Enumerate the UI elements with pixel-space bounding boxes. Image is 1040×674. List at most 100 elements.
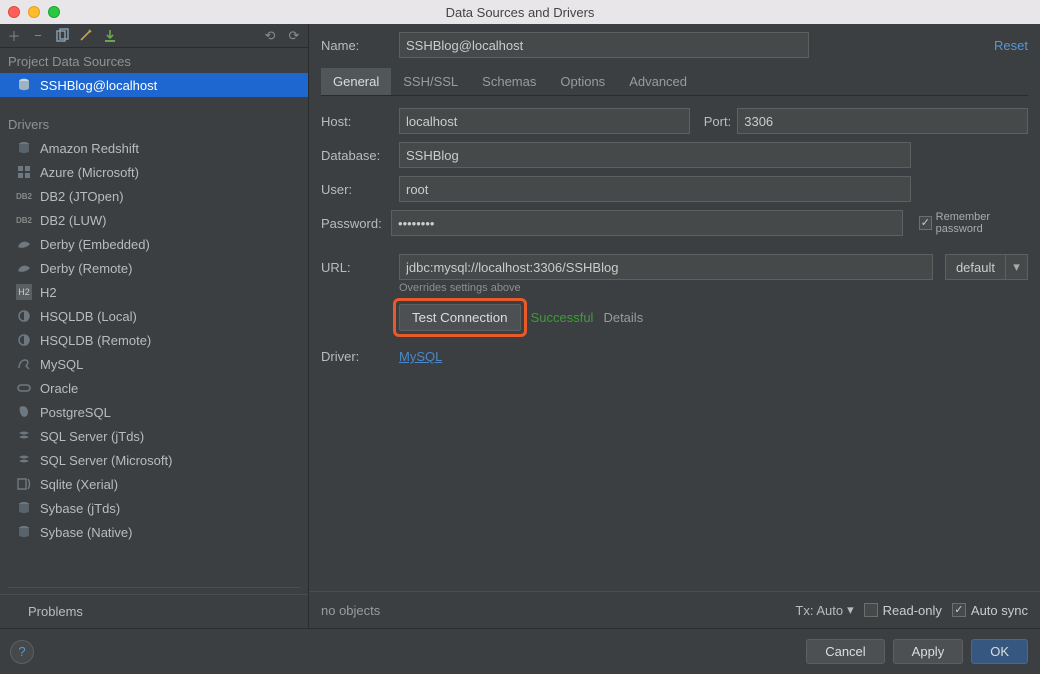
sqlite-icon xyxy=(16,476,32,492)
driver-label: Sybase (Native) xyxy=(40,525,132,540)
apply-button[interactable]: Apply xyxy=(893,639,964,664)
tx-label: Tx: Auto xyxy=(795,603,843,618)
checkbox-icon xyxy=(864,603,878,617)
driver-link[interactable]: MySQL xyxy=(399,349,442,364)
object-count: no objects xyxy=(321,603,380,618)
url-dropdown-label: default xyxy=(946,260,1005,275)
port-label: Port: xyxy=(704,114,731,129)
drivers-list: Amazon Redshift Azure (Microsoft) DB2DB2… xyxy=(0,136,308,544)
driver-item[interactable]: Derby (Remote) xyxy=(0,256,308,280)
name-label: Name: xyxy=(321,38,393,53)
tab-advanced[interactable]: Advanced xyxy=(617,68,699,95)
url-type-dropdown[interactable]: default ▾ xyxy=(945,254,1028,280)
driver-label: Derby (Embedded) xyxy=(40,237,150,252)
add-icon[interactable]: ＋ xyxy=(6,28,22,44)
details-link[interactable]: Details xyxy=(603,310,643,325)
driver-label: DB2 (LUW) xyxy=(40,213,106,228)
test-connection-button[interactable]: Test Connection xyxy=(399,304,521,331)
drivers-header: Drivers xyxy=(0,111,308,136)
driver-item[interactable]: SQL Server (jTds) xyxy=(0,424,308,448)
remember-password[interactable]: Remember password xyxy=(919,211,1028,235)
problems-link[interactable]: Problems xyxy=(0,594,308,628)
override-note: Overrides settings above xyxy=(399,282,1028,294)
cancel-button[interactable]: Cancel xyxy=(806,639,884,664)
sidebar: ＋ − ⟲ ⟳ Project Data Sources SSHBlog@loc… xyxy=(0,24,308,628)
driver-label: MySQL xyxy=(40,357,83,372)
driver-item[interactable]: Sybase (jTds) xyxy=(0,496,308,520)
read-only-toggle[interactable]: Read-only xyxy=(864,603,942,618)
titlebar: Data Sources and Drivers xyxy=(0,0,1040,24)
close-window-icon[interactable] xyxy=(8,6,20,18)
data-source-item[interactable]: SSHBlog@localhost xyxy=(0,73,308,97)
auto-sync-toggle[interactable]: Auto sync xyxy=(952,603,1028,618)
url-input[interactable] xyxy=(399,254,933,280)
driver-label: Sqlite (Xerial) xyxy=(40,477,118,492)
chevron-down-icon: ▾ xyxy=(847,602,854,618)
tx-mode[interactable]: Tx: Auto ▾ xyxy=(795,602,853,618)
driver-label: Oracle xyxy=(40,381,78,396)
tab-options[interactable]: Options xyxy=(548,68,617,95)
driver-item[interactable]: MySQL xyxy=(0,352,308,376)
tab-schemas[interactable]: Schemas xyxy=(470,68,548,95)
redo-icon[interactable]: ⟳ xyxy=(286,28,302,44)
driver-item[interactable]: HSQLDB (Local) xyxy=(0,304,308,328)
user-input[interactable] xyxy=(399,176,911,202)
host-input[interactable] xyxy=(399,108,690,134)
driver-item[interactable]: DB2 DB2 (JTOpen) xyxy=(0,184,308,208)
driver-item[interactable]: SQL Server (Microsoft) xyxy=(0,448,308,472)
driver-item[interactable]: Amazon Redshift xyxy=(0,136,308,160)
db2-icon: DB2 xyxy=(16,188,32,204)
driver-label: SQL Server (Microsoft) xyxy=(40,453,172,468)
h2-icon: H2 xyxy=(16,284,32,300)
tab-ssh-ssl[interactable]: SSH/SSL xyxy=(391,68,470,95)
password-input[interactable] xyxy=(391,210,903,236)
database-label: Database: xyxy=(321,148,393,163)
general-form: Host: Port: Database: User: Password: Re… xyxy=(309,96,1040,364)
driver-label: SQL Server (jTds) xyxy=(40,429,144,444)
tabs: General SSH/SSL Schemas Options Advanced xyxy=(321,68,1028,96)
reset-link[interactable]: Reset xyxy=(994,38,1028,53)
port-input[interactable] xyxy=(737,108,1028,134)
dialog-buttons: ? Cancel Apply OK xyxy=(0,628,1040,674)
driver-item[interactable]: PostgreSQL xyxy=(0,400,308,424)
driver-item[interactable]: Azure (Microsoft) xyxy=(0,160,308,184)
sqlserver-icon xyxy=(16,452,32,468)
driver-item[interactable]: Sybase (Native) xyxy=(0,520,308,544)
driver-label: HSQLDB (Local) xyxy=(40,309,137,324)
url-label: URL: xyxy=(321,260,393,275)
driver-item[interactable]: Sqlite (Xerial) xyxy=(0,472,308,496)
driver-item[interactable]: DB2DB2 (LUW) xyxy=(0,208,308,232)
connection-status: Successful xyxy=(531,310,594,325)
database-input[interactable] xyxy=(399,142,911,168)
derby-icon xyxy=(16,260,32,276)
driver-label: H2 xyxy=(40,285,57,300)
tab-general[interactable]: General xyxy=(321,68,391,95)
mysql-icon xyxy=(16,356,32,372)
ok-button[interactable]: OK xyxy=(971,639,1028,664)
driver-label: Azure (Microsoft) xyxy=(40,165,139,180)
driver-label: DB2 (JTOpen) xyxy=(40,189,124,204)
data-source-label: SSHBlog@localhost xyxy=(40,78,157,93)
sqlserver-icon xyxy=(16,428,32,444)
problems-label: Problems xyxy=(28,604,83,619)
driver-item[interactable]: Oracle xyxy=(0,376,308,400)
driver-item[interactable]: H2 H2 xyxy=(0,280,308,304)
minimize-window-icon[interactable] xyxy=(28,6,40,18)
copy-icon[interactable] xyxy=(54,28,70,44)
help-button[interactable]: ? xyxy=(10,640,34,664)
main-panel: Name: Reset General SSH/SSL Schemas Opti… xyxy=(308,24,1040,628)
settings-icon[interactable] xyxy=(78,28,94,44)
password-label: Password: xyxy=(321,216,385,231)
import-icon[interactable] xyxy=(102,28,118,44)
driver-item[interactable]: Derby (Embedded) xyxy=(0,232,308,256)
driver-label: PostgreSQL xyxy=(40,405,111,420)
driver-item[interactable]: HSQLDB (Remote) xyxy=(0,328,308,352)
maximize-window-icon[interactable] xyxy=(48,6,60,18)
driver-label: Amazon Redshift xyxy=(40,141,139,156)
remember-checkbox-icon[interactable] xyxy=(919,216,932,230)
hsqldb-icon xyxy=(16,332,32,348)
name-input[interactable] xyxy=(399,32,809,58)
undo-icon[interactable]: ⟲ xyxy=(262,28,278,44)
auto-sync-label: Auto sync xyxy=(971,603,1028,618)
remove-icon[interactable]: − xyxy=(30,28,46,44)
